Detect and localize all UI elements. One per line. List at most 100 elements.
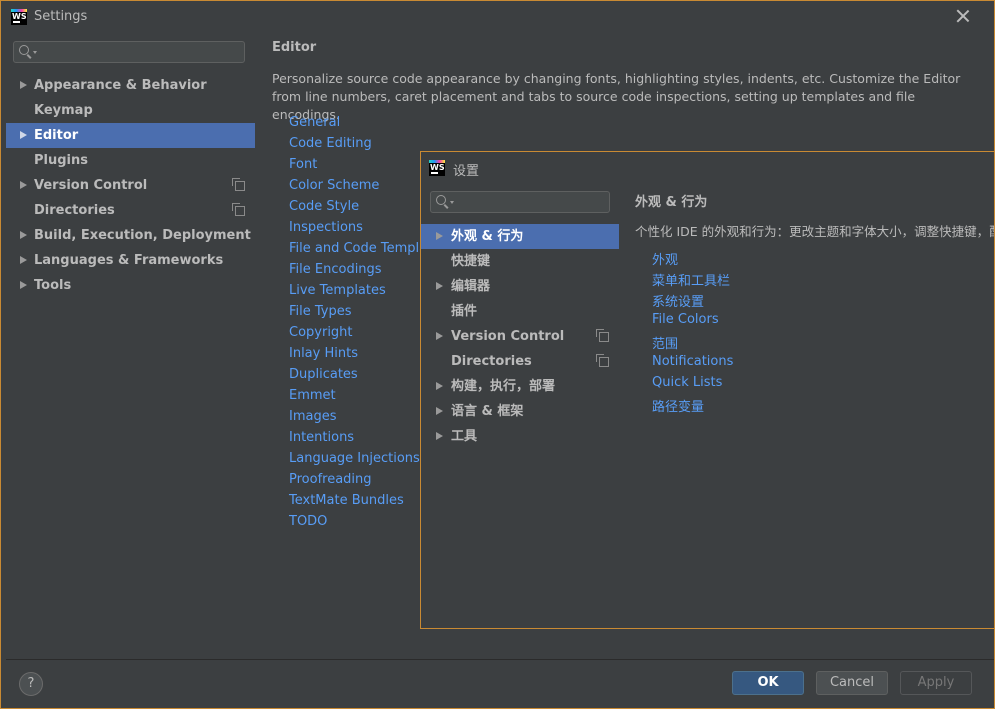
dialog-title: 设置 xyxy=(453,164,480,179)
tree-item-label: 外观 & 行为 xyxy=(451,229,524,244)
editor-link-file-encodings[interactable]: File Encodings xyxy=(289,262,382,277)
editor-link-file-types[interactable]: File Types xyxy=(289,304,352,319)
dialog-item-6[interactable]: 构建，执行，部署 xyxy=(421,374,619,399)
tree-item-label: Languages & Frameworks xyxy=(34,253,224,268)
editor-link-inlay-hints[interactable]: Inlay Hints xyxy=(289,346,358,361)
appearance-link-7[interactable]: 路径变量 xyxy=(652,396,704,415)
expand-arrow-icon[interactable] xyxy=(20,131,27,139)
dialog-item-7[interactable]: 语言 & 框架 xyxy=(421,399,619,424)
sidebar-item-appearance-behavior[interactable]: Appearance & Behavior xyxy=(6,73,255,98)
editor-link-language-injections[interactable]: Language Injections xyxy=(289,451,420,466)
page-description: Personalize source code appearance by ch… xyxy=(272,71,961,122)
search-icon xyxy=(436,195,446,205)
editor-link-copyright[interactable]: Copyright xyxy=(289,325,353,340)
settings-search[interactable] xyxy=(13,41,245,63)
editor-link-live-templates[interactable]: Live Templates xyxy=(289,283,386,298)
project-level-copy-icon xyxy=(232,178,245,191)
appearance-link-notifications[interactable]: Notifications xyxy=(652,354,733,369)
dialog-item-1[interactable]: 快捷键 xyxy=(421,249,619,274)
chinese-settings-dialog: WS 设置 外观 & 行为 快捷键 编辑器 插件 Version Control Dire… xyxy=(420,151,995,629)
help-button[interactable]: ? xyxy=(19,672,43,696)
expand-arrow-icon[interactable] xyxy=(436,232,443,240)
expand-arrow-icon[interactable] xyxy=(436,432,443,440)
editor-link-code-editing[interactable]: Code Editing xyxy=(289,136,372,151)
dialog-page-description: 个性化 IDE 的外观和行为：更改主题和字体大小，调整快捷键，配置 xyxy=(635,224,995,239)
appearance-link-4[interactable]: 范围 xyxy=(652,333,678,352)
project-level-copy-icon xyxy=(232,203,245,216)
expand-arrow-icon[interactable] xyxy=(20,281,27,289)
settings-search-input[interactable] xyxy=(38,44,242,62)
webstorm-logo-text: WS xyxy=(12,12,27,21)
editor-link-proofreading[interactable]: Proofreading xyxy=(289,472,372,487)
sidebar-item-version-control[interactable]: Version Control xyxy=(6,173,255,198)
dialog-search[interactable] xyxy=(430,191,610,213)
expand-arrow-icon[interactable] xyxy=(436,332,443,340)
tree-item-label: Appearance & Behavior xyxy=(34,78,207,93)
dialog-item-8[interactable]: 工具 xyxy=(421,424,619,449)
sidebar-item-editor[interactable]: Editor xyxy=(6,123,255,148)
search-options-caret-icon[interactable] xyxy=(33,51,37,54)
webstorm-logo-icon: WS xyxy=(429,160,445,176)
tree-item-label: Build, Execution, Deployment xyxy=(34,228,251,243)
dialog-item-version-control[interactable]: Version Control xyxy=(421,324,619,349)
dialog-page-title: 外观 & 行为 xyxy=(635,195,708,210)
dialog-item-0[interactable]: 外观 & 行为 xyxy=(421,224,619,249)
dialog-item-directories[interactable]: Directories xyxy=(421,349,619,374)
expand-arrow-icon[interactable] xyxy=(436,407,443,415)
tree-item-label: 快捷键 xyxy=(451,254,491,269)
expand-arrow-icon[interactable] xyxy=(20,181,27,189)
settings-window: WS Settings Appearance & Behavior Keymap E… xyxy=(0,0,995,709)
cancel-button[interactable]: Cancel xyxy=(816,671,888,695)
tree-item-label: Version Control xyxy=(451,329,565,344)
editor-link-general[interactable]: General xyxy=(289,115,340,130)
tree-item-label: Directories xyxy=(34,203,115,218)
appearance-link-1[interactable]: 菜单和工具栏 xyxy=(652,270,730,289)
close-icon[interactable] xyxy=(956,9,970,23)
sidebar-item-languages-frameworks[interactable]: Languages & Frameworks xyxy=(6,248,255,273)
dialog-item-3[interactable]: 插件 xyxy=(421,299,619,324)
search-options-caret-icon[interactable] xyxy=(450,201,454,204)
editor-link-font[interactable]: Font xyxy=(289,157,317,172)
editor-link-textmate-bundles[interactable]: TextMate Bundles xyxy=(289,493,404,508)
editor-link-duplicates[interactable]: Duplicates xyxy=(289,367,358,382)
dialog-item-2[interactable]: 编辑器 xyxy=(421,274,619,299)
tree-item-label: Directories xyxy=(451,354,532,369)
window-title: Settings xyxy=(34,9,88,24)
dialog-search-input[interactable] xyxy=(455,194,609,212)
sidebar-item-plugins[interactable]: Plugins xyxy=(6,148,255,173)
webstorm-logo-text: WS xyxy=(430,163,445,172)
expand-arrow-icon[interactable] xyxy=(20,256,27,264)
editor-link-code-style[interactable]: Code Style xyxy=(289,199,359,214)
page-title: Editor xyxy=(272,40,317,55)
expand-arrow-icon[interactable] xyxy=(20,81,27,89)
search-icon xyxy=(19,45,29,55)
ok-button[interactable]: OK xyxy=(732,671,804,695)
sidebar-item-keymap[interactable]: Keymap xyxy=(6,98,255,123)
appearance-link-quick-lists[interactable]: Quick Lists xyxy=(652,375,722,390)
expand-arrow-icon[interactable] xyxy=(436,282,443,290)
editor-link-emmet[interactable]: Emmet xyxy=(289,388,336,403)
editor-link-inspections[interactable]: Inspections xyxy=(289,220,363,235)
sidebar-item-tools[interactable]: Tools xyxy=(6,273,255,298)
tree-item-label: 编辑器 xyxy=(451,279,491,294)
tree-item-label: 工具 xyxy=(451,429,478,444)
project-level-copy-icon xyxy=(596,354,609,367)
expand-arrow-icon[interactable] xyxy=(436,382,443,390)
editor-link-todo[interactable]: TODO xyxy=(289,514,327,529)
editor-link-images[interactable]: Images xyxy=(289,409,337,424)
sidebar-item-build-execution-deployment[interactable]: Build, Execution, Deployment xyxy=(6,223,255,248)
project-level-copy-icon xyxy=(596,329,609,342)
title-bar: WS Settings xyxy=(1,1,994,33)
sidebar-item-directories[interactable]: Directories xyxy=(6,198,255,223)
tree-item-label: 构建，执行，部署 xyxy=(451,379,556,394)
apply-button[interactable]: Apply xyxy=(900,671,972,695)
expand-arrow-icon[interactable] xyxy=(20,231,27,239)
editor-link-color-scheme[interactable]: Color Scheme xyxy=(289,178,379,193)
editor-link-intentions[interactable]: Intentions xyxy=(289,430,354,445)
appearance-link-2[interactable]: 系统设置 xyxy=(652,291,704,310)
appearance-link-file-colors[interactable]: File Colors xyxy=(652,312,719,327)
dialog-footer: ? OK Cancel Apply xyxy=(6,659,994,708)
tree-item-label: Plugins xyxy=(34,153,88,168)
tree-item-label: Editor xyxy=(34,128,79,143)
appearance-link-0[interactable]: 外观 xyxy=(652,249,678,268)
